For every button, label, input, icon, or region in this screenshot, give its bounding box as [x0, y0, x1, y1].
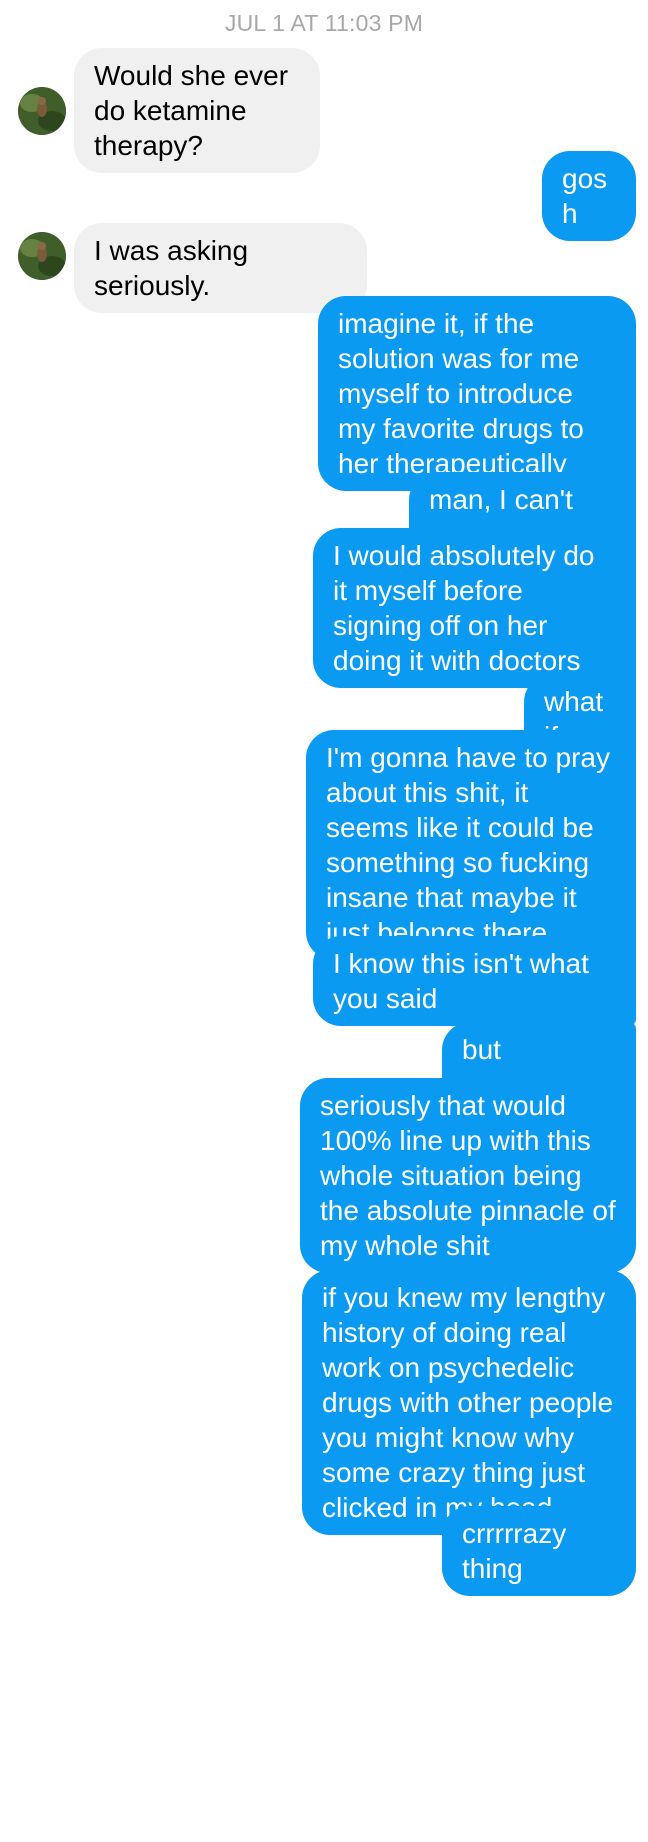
message-text: I know this isn't what you said	[333, 948, 589, 1014]
message-text: I was asking seriously.	[94, 235, 249, 301]
avatar-photo-icon	[18, 232, 66, 280]
message-text: if you knew my lengthy history of doing …	[322, 1282, 614, 1523]
message-bubble-sent[interactable]: seriously that would 100% line up with t…	[300, 1078, 636, 1273]
message-bubble-sent[interactable]: I'm gonna have to pray about this shit, …	[306, 730, 636, 960]
contact-avatar[interactable]	[18, 232, 66, 280]
message-text: imagine it, if the solution was for me m…	[338, 308, 584, 479]
message-text: gosh	[562, 163, 608, 229]
message-bubble-received[interactable]: Would she ever do ketamine therapy?	[74, 48, 320, 173]
message-text: I would absolutely do it myself before s…	[333, 540, 595, 676]
contact-avatar[interactable]	[18, 87, 66, 135]
message-text: crrrrrazy thing	[462, 1518, 567, 1584]
message-bubble-sent[interactable]: I know this isn't what you said	[313, 936, 636, 1026]
message-bubble-sent[interactable]: gosh	[542, 151, 636, 241]
message-bubble-sent[interactable]: if you knew my lengthy history of doing …	[302, 1270, 636, 1535]
message-text: seriously that would 100% line up with t…	[320, 1090, 616, 1261]
message-bubble-sent[interactable]: imagine it, if the solution was for me m…	[318, 296, 636, 491]
message-text: I'm gonna have to pray about this shit, …	[326, 742, 610, 948]
message-text: Would she ever do ketamine therapy?	[94, 60, 289, 161]
avatar-photo-icon	[18, 87, 66, 135]
message-bubble-sent[interactable]: I would absolutely do it myself before s…	[313, 528, 636, 688]
message-bubble-received[interactable]: I was asking seriously.	[74, 223, 367, 313]
message-bubble-sent[interactable]: crrrrrazy thing	[442, 1506, 636, 1596]
timestamp: JUL 1 AT 11:03 PM	[224, 10, 424, 36]
